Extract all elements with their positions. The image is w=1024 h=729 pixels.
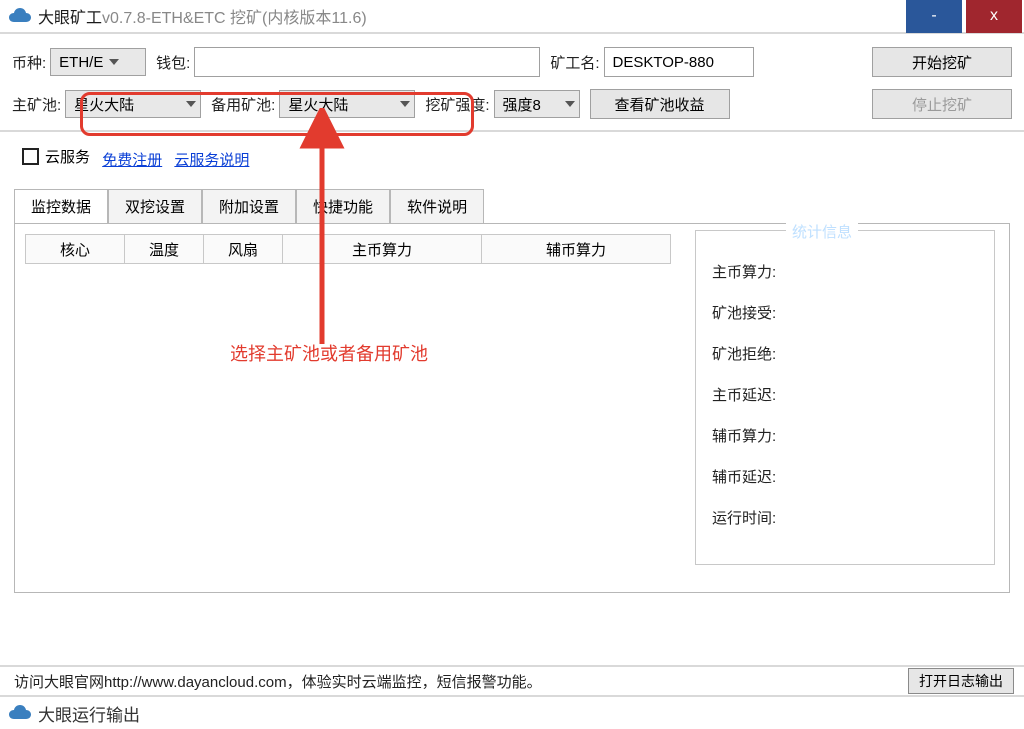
cloud-service-label: 云服务 — [45, 146, 90, 167]
tab-shortcuts[interactable]: 快捷功能 — [296, 189, 390, 224]
wallet-label: 钱包: — [156, 52, 190, 73]
intensity-value: 强度8 — [503, 94, 541, 115]
backup-pool-value: 星火大陆 — [288, 94, 348, 115]
main-pool-label: 主矿池: — [12, 94, 61, 115]
miner-name-label: 矿工名: — [550, 52, 599, 73]
th-core: 核心 — [25, 234, 125, 264]
close-button[interactable]: x — [966, 0, 1022, 33]
window-title: 大眼矿工v0.7.8-ETH&ETC 挖矿(内核版本11.6) — [38, 4, 906, 28]
config-row-2: 主矿池: 星火大陆 备用矿池: 星火大陆 挖矿强度: 强度8 查看矿池收益 停止… — [12, 88, 1012, 120]
stat-aux-hash: 辅币算力: — [712, 425, 978, 446]
checkbox-box-icon — [22, 148, 39, 165]
stat-main-delay: 主币延迟: — [712, 384, 978, 405]
chevron-down-icon — [400, 101, 410, 107]
window-buttons: - x — [906, 0, 1024, 33]
th-main-hash: 主币算力 — [282, 234, 482, 264]
miner-name-input[interactable] — [604, 47, 754, 77]
th-temp: 温度 — [124, 234, 204, 264]
chevron-down-icon — [109, 59, 119, 65]
config-rows: 币种: ETH/E 钱包: 矿工名: 开始挖矿 主矿池: 星火大陆 备用矿池: — [0, 34, 1024, 132]
tab-about[interactable]: 软件说明 — [390, 189, 484, 224]
cloud-icon — [8, 705, 32, 721]
tab-extra[interactable]: 附加设置 — [202, 189, 296, 224]
tab-monitor[interactable]: 监控数据 — [14, 189, 108, 224]
chevron-down-icon — [186, 101, 196, 107]
footer-text: 访问大眼官网http://www.dayancloud.com，体验实时云端监控… — [14, 671, 908, 692]
main-pool-value: 星火大陆 — [74, 94, 134, 115]
titlebar: 大眼矿工v0.7.8-ETH&ETC 挖矿(内核版本11.6) - x — [0, 0, 1024, 34]
stat-aux-delay: 辅币延迟: — [712, 466, 978, 487]
stat-accepted: 矿池接受: — [712, 302, 978, 323]
backup-pool-select[interactable]: 星火大陆 — [279, 90, 415, 118]
app-window: 大眼矿工v0.7.8-ETH&ETC 挖矿(内核版本11.6) - x 币种: … — [0, 0, 1024, 729]
stats-panel: 统计信息 主币算力: 矿池接受: 矿池拒绝: 主币延迟: 辅币算力: 辅币延迟:… — [695, 230, 995, 565]
cloud-icon — [8, 8, 32, 24]
intensity-label: 挖矿强度: — [425, 94, 489, 115]
config-row-1: 币种: ETH/E 钱包: 矿工名: 开始挖矿 — [12, 46, 1012, 78]
footer-bar: 访问大眼官网http://www.dayancloud.com，体验实时云端监控… — [0, 665, 1024, 695]
log-window-titlebar: 大眼运行输出 — [0, 695, 1024, 729]
tab-strip: 监控数据 双挖设置 附加设置 快捷功能 软件说明 — [14, 188, 1010, 223]
intensity-select[interactable]: 强度8 — [494, 90, 580, 118]
coin-label: 币种: — [12, 52, 46, 73]
chevron-down-icon — [565, 101, 575, 107]
tab-host: 监控数据 双挖设置 附加设置 快捷功能 软件说明 核心 温度 风扇 主币算力 辅… — [14, 188, 1010, 593]
open-log-button[interactable]: 打开日志输出 — [908, 668, 1014, 694]
tab-dualmine[interactable]: 双挖设置 — [108, 189, 202, 224]
cloud-service-checkbox[interactable]: 云服务 — [22, 146, 90, 167]
annotation-text: 选择主矿池或者备用矿池 — [230, 340, 428, 366]
cloud-service-row: 云服务 免费注册 云服务说明 — [0, 132, 1024, 178]
main-pool-select[interactable]: 星火大陆 — [65, 90, 201, 118]
backup-pool-label: 备用矿池: — [211, 94, 275, 115]
wallet-input[interactable] — [194, 47, 540, 77]
stat-runtime: 运行时间: — [712, 507, 978, 528]
view-profit-button[interactable]: 查看矿池收益 — [590, 89, 730, 119]
stats-title: 统计信息 — [786, 221, 858, 242]
stat-rejected: 矿池拒绝: — [712, 343, 978, 364]
coin-select-value: ETH/E — [59, 54, 103, 71]
minimize-button[interactable]: - — [906, 0, 962, 33]
start-mining-button[interactable]: 开始挖矿 — [872, 47, 1012, 77]
coin-select[interactable]: ETH/E — [50, 48, 146, 76]
th-aux-hash: 辅币算力 — [481, 234, 671, 264]
stop-mining-button[interactable]: 停止挖矿 — [872, 89, 1012, 119]
free-register-link[interactable]: 免费注册 — [102, 152, 162, 169]
cloud-help-link[interactable]: 云服务说明 — [174, 152, 249, 169]
th-fan: 风扇 — [203, 234, 283, 264]
stat-main-hash: 主币算力: — [712, 261, 978, 282]
log-window-title: 大眼运行输出 — [38, 701, 140, 726]
tab-body: 核心 温度 风扇 主币算力 辅币算力 统计信息 主币算力: 矿池接受: 矿池拒绝… — [14, 223, 1010, 593]
